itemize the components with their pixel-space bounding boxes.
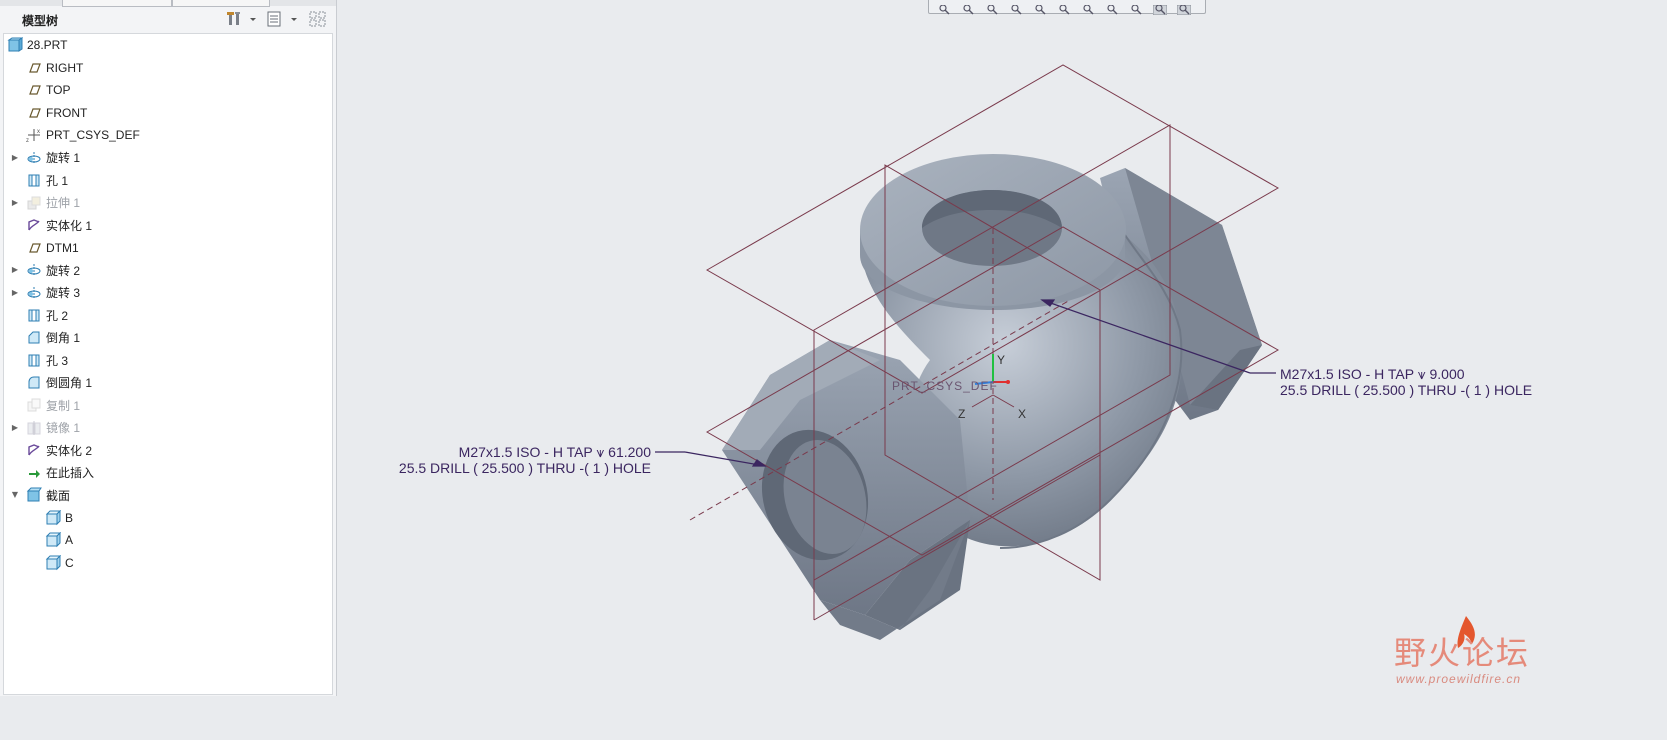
hole-note-left-line2: 25.5 DRILL ( 25.500 ) THRU -( 1 ) HOLE <box>398 460 651 476</box>
forum-watermark: 野火论坛 www.proewildfire.cn <box>1394 614 1554 694</box>
csys-label: PRT_CSYS_DEF <box>892 379 998 393</box>
axis-x-label: X <box>1018 407 1026 421</box>
hole-note-right-line1: M27x1.5 ISO - H TAP ⩛ 9.000 <box>1280 366 1465 382</box>
model-graphics[interactable]: Y X Z PRT_CSYS_DEF <box>0 0 1568 696</box>
watermark-url: www.proewildfire.cn <box>1396 672 1522 686</box>
axis-z-label: Z <box>958 407 965 421</box>
axis-y-label: Y <box>997 353 1005 367</box>
hole-note-right-line2: 25.5 DRILL ( 25.500 ) THRU -( 1 ) HOLE <box>1280 382 1533 398</box>
hole-note-right[interactable]: M27x1.5 ISO - H TAP ⩛ 9.000 25.5 DRILL (… <box>1280 366 1532 398</box>
watermark-chinese: 野火论坛 <box>1394 634 1531 672</box>
hole-note-left[interactable]: M27x1.5 ISO - H TAP ⩛ 61.200 25.5 DRILL … <box>383 444 651 476</box>
hole-note-left-line1: M27x1.5 ISO - H TAP ⩛ 61.200 <box>458 444 651 460</box>
